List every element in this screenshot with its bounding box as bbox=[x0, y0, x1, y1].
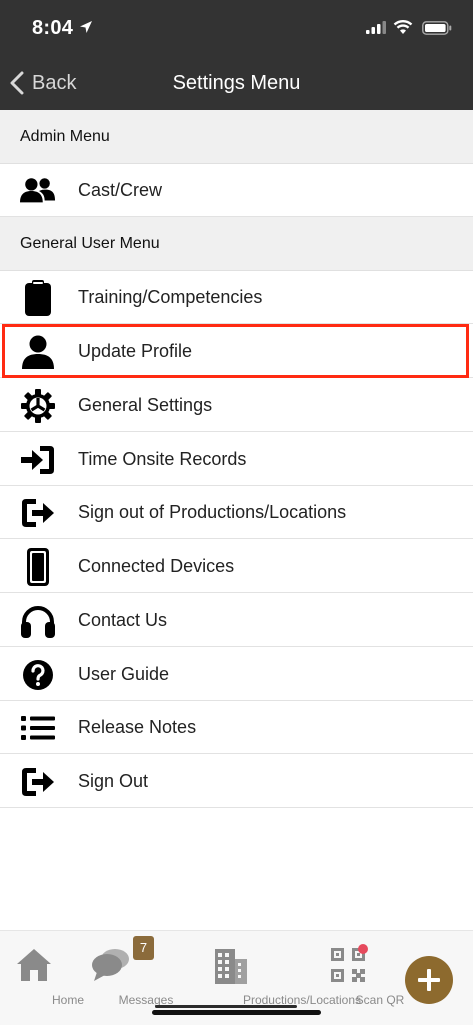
headphones-icon bbox=[20, 603, 56, 639]
page-title: Settings Menu bbox=[172, 72, 301, 94]
menu-item-training-competencies[interactable]: Training/Competencies bbox=[0, 271, 473, 324]
messages-badge: 7 bbox=[133, 936, 154, 960]
section-header-general: General User Menu bbox=[0, 217, 473, 271]
status-time: 8:04 bbox=[32, 17, 74, 39]
cellular-signal-icon bbox=[366, 21, 386, 34]
tab-scan-qr[interactable]: Scan QR bbox=[316, 931, 404, 1025]
menu-item-label: General Settings bbox=[78, 395, 213, 415]
menu-item-user-guide[interactable]: User Guide bbox=[0, 648, 473, 701]
active-tab-indicator bbox=[155, 1005, 297, 1008]
phone-icon bbox=[20, 548, 56, 586]
sign-in-icon bbox=[20, 442, 56, 478]
list-icon bbox=[20, 710, 56, 746]
menu-item-cast-crew[interactable]: Cast/Crew bbox=[0, 164, 473, 217]
buildings-icon bbox=[215, 949, 247, 984]
add-button[interactable] bbox=[405, 956, 453, 1004]
menu-item-label: Time Onsite Records bbox=[78, 449, 247, 469]
menu-item-release-notes[interactable]: Release Notes bbox=[0, 701, 473, 754]
user-icon bbox=[20, 334, 56, 370]
menu-item-label: Sign Out bbox=[78, 771, 149, 791]
gear-icon bbox=[20, 388, 56, 424]
battery-icon bbox=[422, 21, 452, 35]
status-bar: 8:04 bbox=[0, 0, 473, 56]
wifi-icon bbox=[393, 20, 413, 34]
menu-item-update-profile[interactable]: Update Profile bbox=[0, 325, 473, 378]
sign-out-icon bbox=[20, 495, 56, 531]
sign-out-icon bbox=[20, 764, 56, 800]
home-indicator bbox=[152, 1010, 321, 1015]
question-circle-icon bbox=[20, 657, 56, 693]
clipboard-icon bbox=[20, 280, 56, 316]
menu-item-label: Update Profile bbox=[78, 341, 193, 361]
tab-label: Scan QR bbox=[355, 993, 405, 1007]
chat-bubbles-icon bbox=[92, 949, 129, 981]
tab-home[interactable]: Home bbox=[0, 931, 84, 1025]
menu-item-connected-devices[interactable]: Connected Devices bbox=[0, 540, 473, 593]
menu-item-label: Cast/Crew bbox=[78, 180, 163, 200]
menu-item-time-onsite-records[interactable]: Time Onsite Records bbox=[0, 433, 473, 486]
users-icon bbox=[20, 173, 56, 209]
menu-item-label: User Guide bbox=[78, 664, 170, 684]
menu-item-label: Release Notes bbox=[78, 717, 197, 737]
menu-item-sign-out-productions[interactable]: Sign out of Productions/Locations bbox=[0, 486, 473, 539]
navigation-bar: Back Settings Menu bbox=[0, 56, 473, 110]
menu-item-label: Connected Devices bbox=[78, 556, 235, 576]
notification-dot bbox=[358, 944, 368, 954]
home-icon bbox=[17, 949, 51, 981]
section-header-admin: Admin Menu bbox=[0, 110, 473, 164]
menu-item-label: Contact Us bbox=[78, 610, 168, 630]
plus-icon bbox=[418, 969, 440, 991]
menu-item-sign-out[interactable]: Sign Out bbox=[0, 755, 473, 808]
menu-item-general-settings[interactable]: General Settings bbox=[0, 379, 473, 432]
menu-item-label: Sign out of Productions/Locations bbox=[78, 502, 347, 522]
menu-item-label: Training/Competencies bbox=[78, 287, 263, 307]
menu-item-contact-us[interactable]: Contact Us bbox=[0, 594, 473, 647]
location-arrow-icon bbox=[80, 21, 92, 33]
